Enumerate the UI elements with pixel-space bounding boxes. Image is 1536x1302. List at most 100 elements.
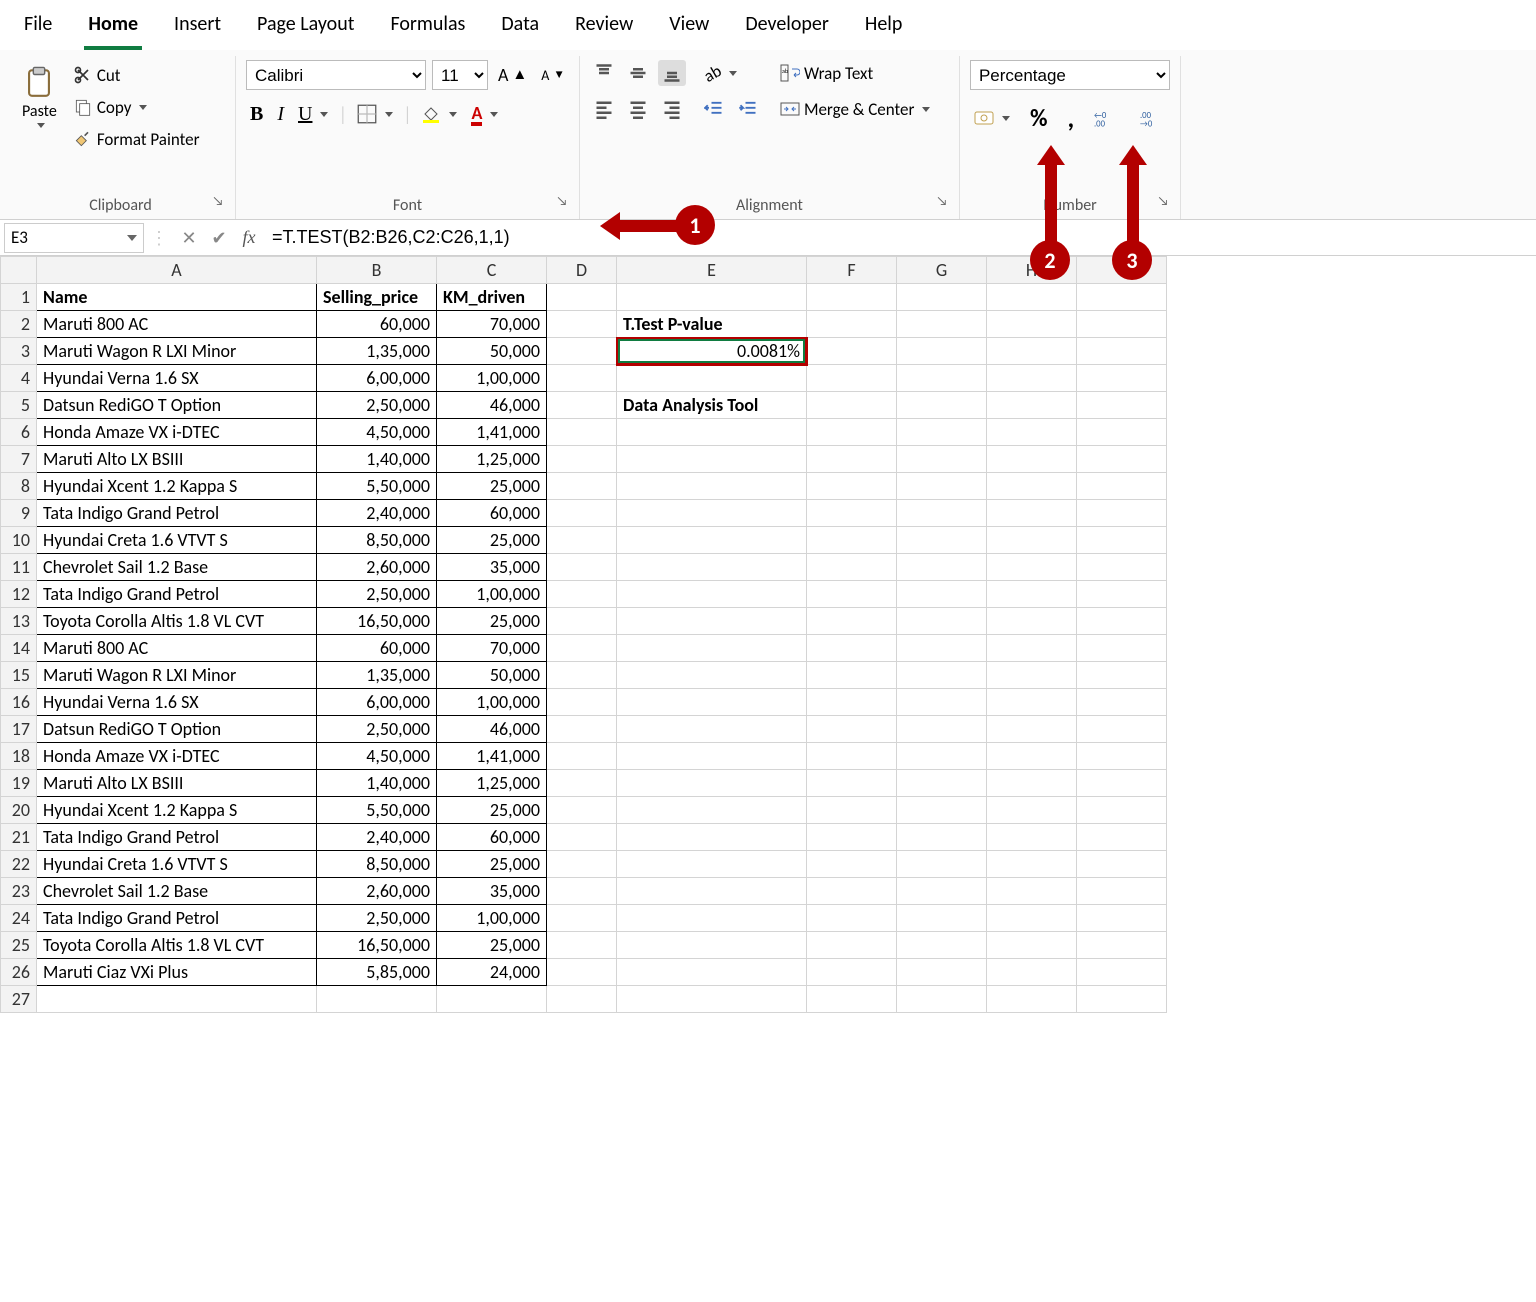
cell[interactable] [987,338,1077,365]
row-header-2[interactable]: 2 [1,311,37,338]
cell[interactable]: 35,000 [437,878,547,905]
insert-function-button[interactable]: fx [234,227,264,248]
cell[interactable] [547,392,617,419]
wrap-text-button[interactable]: ab Wrap Text [776,60,934,86]
cell[interactable]: 70,000 [437,635,547,662]
cell[interactable] [547,311,617,338]
cell[interactable] [897,689,987,716]
row-header-6[interactable]: 6 [1,419,37,446]
select-all-corner[interactable] [1,257,37,284]
cell[interactable]: 1,00,000 [437,689,547,716]
cell[interactable] [547,446,617,473]
cell[interactable]: Chevrolet Sail 1.2 Base [37,554,317,581]
cell[interactable]: 25,000 [437,608,547,635]
cell[interactable] [1077,716,1167,743]
cell[interactable] [617,527,807,554]
cell[interactable]: 16,50,000 [317,932,437,959]
cell[interactable] [987,608,1077,635]
cell[interactable] [547,473,617,500]
cell[interactable]: Hyundai Xcent 1.2 Kappa S [37,473,317,500]
cell[interactable] [807,392,897,419]
cell[interactable] [897,311,987,338]
decrease-indent-button[interactable] [700,96,728,122]
cell[interactable]: 2,40,000 [317,824,437,851]
col-header-G[interactable]: G [897,257,987,284]
cell[interactable]: Maruti Alto LX BSIII [37,770,317,797]
cell[interactable]: 1,00,000 [437,581,547,608]
cell[interactable] [987,500,1077,527]
cell[interactable] [1077,446,1167,473]
row-header-20[interactable]: 20 [1,797,37,824]
cell[interactable]: 1,40,000 [317,446,437,473]
cell[interactable] [987,878,1077,905]
font-color-button[interactable]: A [467,100,502,128]
cell[interactable] [897,554,987,581]
row-header-23[interactable]: 23 [1,878,37,905]
cell[interactable] [317,986,437,1013]
cell[interactable]: 25,000 [437,527,547,554]
cell[interactable] [897,419,987,446]
cell[interactable] [547,419,617,446]
cell[interactable] [1077,581,1167,608]
cell[interactable] [987,743,1077,770]
align-left-button[interactable] [590,96,618,122]
cell[interactable] [1077,392,1167,419]
cell[interactable] [617,689,807,716]
cell[interactable]: Tata Indigo Grand Petrol [37,824,317,851]
cell[interactable]: 2,50,000 [317,716,437,743]
cell[interactable]: 4,50,000 [317,419,437,446]
cell[interactable]: 50,000 [437,338,547,365]
cell[interactable] [617,932,807,959]
cell[interactable] [1077,473,1167,500]
cell[interactable] [807,446,897,473]
row-header-11[interactable]: 11 [1,554,37,581]
cell[interactable]: 16,50,000 [317,608,437,635]
cell[interactable]: Toyota Corolla Altis 1.8 VL CVT [37,932,317,959]
cell[interactable] [547,689,617,716]
cell[interactable] [807,824,897,851]
cell[interactable] [617,824,807,851]
cell[interactable] [617,608,807,635]
cell[interactable] [617,743,807,770]
cell[interactable]: Hyundai Xcent 1.2 Kappa S [37,797,317,824]
cell[interactable] [807,338,897,365]
cell[interactable]: Toyota Corolla Altis 1.8 VL CVT [37,608,317,635]
cell[interactable] [1077,689,1167,716]
cell[interactable] [547,905,617,932]
cell[interactable] [987,716,1077,743]
borders-button[interactable] [353,101,397,127]
worksheet-grid[interactable]: A B C D E F G H I 1NameSelling_priceKM_d… [0,256,1536,1013]
cell[interactable]: 5,50,000 [317,473,437,500]
copy-button[interactable]: Copy [69,94,204,120]
cell[interactable] [987,689,1077,716]
cell[interactable] [987,365,1077,392]
cell[interactable] [1077,905,1167,932]
cell[interactable]: Maruti Wagon R LXI Minor [37,338,317,365]
cell[interactable] [807,770,897,797]
cell[interactable] [987,527,1077,554]
cell[interactable]: Tata Indigo Grand Petrol [37,500,317,527]
cell[interactable]: 1,41,000 [437,419,547,446]
menu-tab-review[interactable]: Review [571,6,637,50]
cell[interactable] [987,581,1077,608]
cell[interactable] [807,716,897,743]
cell[interactable] [547,284,617,311]
cell[interactable] [617,635,807,662]
cell[interactable]: 70,000 [437,311,547,338]
menu-tab-formulas[interactable]: Formulas [386,6,469,50]
menu-tab-insert[interactable]: Insert [170,6,225,50]
cell[interactable] [547,581,617,608]
col-header-E[interactable]: E [617,257,807,284]
cell[interactable]: Tata Indigo Grand Petrol [37,905,317,932]
cell[interactable] [987,797,1077,824]
cell[interactable]: Chevrolet Sail 1.2 Base [37,878,317,905]
cell[interactable] [987,446,1077,473]
cell[interactable] [807,797,897,824]
font-size-select[interactable]: 11 [432,60,488,90]
cell[interactable] [547,743,617,770]
cell[interactable] [547,554,617,581]
cell[interactable] [987,473,1077,500]
cell[interactable]: T.Test P-value [617,311,807,338]
cell[interactable] [897,851,987,878]
cut-button[interactable]: Cut [69,62,204,88]
